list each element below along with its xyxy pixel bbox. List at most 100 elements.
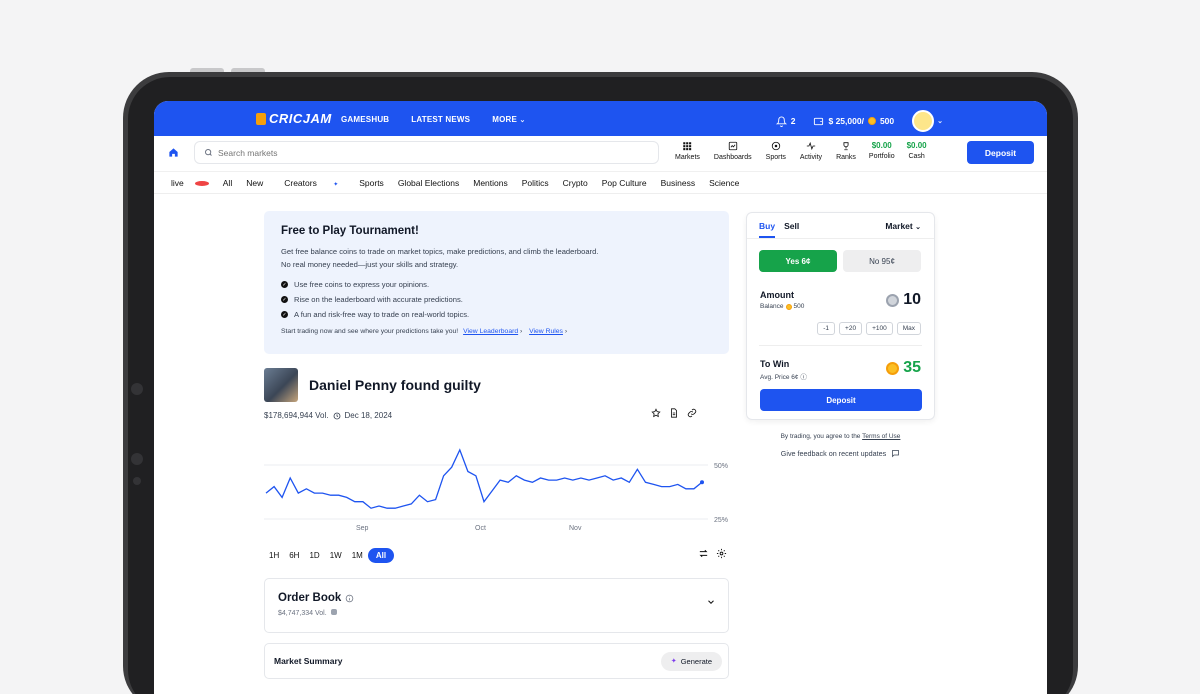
- x-tick-nov: Nov: [569, 525, 582, 532]
- top-right: 2 $ 25,000/500 ⌄: [775, 110, 943, 132]
- category-all[interactable]: All: [216, 178, 239, 188]
- feedback-link[interactable]: Give feedback on recent updates: [746, 449, 935, 458]
- category-politics[interactable]: Politics: [515, 178, 556, 188]
- coin-icon: [886, 293, 900, 307]
- swap-icon[interactable]: [698, 548, 709, 559]
- portfolio-label: Portfolio: [868, 153, 895, 160]
- market-volume: $178,694,944 Vol.: [264, 411, 329, 420]
- wallet-balance[interactable]: $ 25,000/500: [813, 116, 894, 127]
- chevron-right-icon: ›: [564, 328, 568, 335]
- increment-max[interactable]: Max: [896, 322, 921, 335]
- balance-value: $ 25,000/: [828, 116, 864, 126]
- link-label: View Leaderboard: [463, 328, 519, 335]
- profile-menu[interactable]: ⌄: [912, 110, 943, 132]
- nav-dashboards[interactable]: Dashboards: [707, 141, 759, 161]
- notification-count: 2: [790, 116, 796, 126]
- nav-markets[interactable]: Markets: [668, 141, 707, 161]
- trade-tabs: Buy Sell Market ⌄: [747, 213, 934, 239]
- range-1w[interactable]: 1W: [325, 548, 347, 563]
- checklist-text: Rise on the leaderboard with accurate pr…: [294, 295, 463, 304]
- x-tick-sep: Sep: [356, 525, 369, 532]
- brand-logo[interactable]: CRICJAM: [256, 111, 332, 126]
- nav-label: Ranks: [836, 154, 856, 161]
- x-tick-oct: Oct: [475, 525, 486, 532]
- range-1m[interactable]: 1M: [347, 548, 368, 563]
- category-pop-culture[interactable]: Pop Culture: [595, 178, 654, 188]
- category-global-elections[interactable]: Global Elections: [391, 178, 466, 188]
- category-business[interactable]: Business: [654, 178, 703, 188]
- order-type-select[interactable]: Market ⌄: [885, 221, 921, 231]
- nav-more[interactable]: MORE ⌄: [492, 115, 525, 124]
- view-leaderboard-link[interactable]: View Leaderboard: [463, 328, 518, 335]
- avatar: [912, 110, 935, 132]
- tab-buy[interactable]: Buy: [759, 221, 776, 238]
- category-science[interactable]: Science: [702, 178, 746, 188]
- nav-sports[interactable]: Sports: [759, 141, 793, 161]
- portfolio-link[interactable]: $0.00 Portfolio: [863, 141, 901, 161]
- check-icon: ✓: [281, 311, 288, 318]
- gear-icon[interactable]: [716, 548, 727, 559]
- trade-deposit-button[interactable]: Deposit: [760, 389, 922, 411]
- brand-name: CRICJAM: [269, 111, 332, 126]
- market-header: Daniel Penny found guilty: [264, 368, 481, 402]
- search-input[interactable]: [218, 147, 618, 158]
- checklist-item: ✓ Rise on the leaderboard with accurate p…: [281, 292, 712, 307]
- terms-link[interactable]: Terms of Use: [862, 433, 900, 440]
- feedback-text: Give feedback on recent updates: [780, 449, 887, 458]
- notifications-button[interactable]: 2: [775, 116, 796, 127]
- range-1d[interactable]: 1D: [304, 548, 324, 563]
- time-range-selector: 1H 6H 1D 1W 1M All: [264, 548, 395, 563]
- chevron-right-icon: ›: [520, 328, 523, 335]
- deposit-button[interactable]: Deposit: [967, 141, 1034, 164]
- category-sports[interactable]: Sports: [352, 178, 391, 188]
- price-series-line: [265, 448, 703, 509]
- view-rules-link[interactable]: View Rules: [529, 328, 563, 335]
- tab-sell[interactable]: Sell: [784, 221, 799, 231]
- market-image: [264, 368, 298, 402]
- balance-row: Balance 500: [760, 303, 804, 310]
- range-6h[interactable]: 6H: [284, 548, 304, 563]
- increment-plus-100[interactable]: +100: [866, 322, 893, 335]
- terms-text: By trading, you agree to the: [780, 433, 861, 440]
- banner-text: No real money needed—just your skills an…: [281, 260, 459, 269]
- balance-amount: 500: [793, 303, 805, 310]
- category-live[interactable]: live: [164, 178, 216, 188]
- nav-ranks[interactable]: Ranks: [829, 141, 863, 161]
- increment-minus-1[interactable]: -1: [817, 322, 836, 335]
- cash-amount: $0.00: [906, 141, 927, 150]
- search-icon: [205, 149, 212, 156]
- generate-button[interactable]: ✦ Generate: [660, 651, 722, 671]
- category-crypto[interactable]: Crypto: [556, 178, 595, 188]
- nav-activity[interactable]: Activity: [793, 141, 829, 161]
- home-icon[interactable]: [168, 147, 179, 158]
- amount-input[interactable]: 10: [886, 291, 921, 309]
- category-creators[interactable]: Creators ✦: [270, 178, 352, 188]
- no-button[interactable]: No 95¢: [843, 250, 921, 272]
- increment-plus-20[interactable]: +20: [839, 322, 863, 335]
- category-new[interactable]: New: [239, 178, 270, 188]
- to-win-label: To Win: [760, 359, 790, 369]
- range-all[interactable]: All: [367, 548, 395, 563]
- range-1h[interactable]: 1H: [264, 548, 284, 563]
- cash-link[interactable]: $0.00 Cash: [901, 141, 933, 161]
- category-mentions[interactable]: Mentions: [466, 178, 515, 188]
- to-win-value-group: 35: [886, 359, 921, 377]
- trophy-icon: [843, 142, 849, 151]
- coins-value: 500: [879, 116, 895, 126]
- search-box[interactable]: [194, 141, 659, 164]
- order-book[interactable]: Order Book $4,747,334 Vol.: [264, 578, 729, 633]
- nav-latest-news[interactable]: LATEST NEWS: [411, 115, 470, 124]
- nav-gameshub[interactable]: GAMESHUB: [341, 115, 389, 124]
- banner-footer-text: Start trading now and see where your pre…: [281, 328, 459, 335]
- pulse-icon: [806, 141, 816, 151]
- yes-button[interactable]: Yes 6¢: [759, 250, 837, 272]
- top-nav: GAMESHUB LATEST NEWS MORE ⌄: [341, 115, 526, 124]
- link-icon[interactable]: [687, 408, 697, 418]
- amount-value: 10: [903, 291, 921, 308]
- to-win-label-group: To Win Avg. Price 6¢ ⓘ: [760, 359, 807, 381]
- chevron-down-icon: ⌄: [915, 224, 921, 231]
- chevron-down-icon[interactable]: [706, 597, 716, 607]
- document-icon[interactable]: [669, 408, 679, 418]
- dashboard-icon: [728, 141, 737, 151]
- star-icon[interactable]: [651, 408, 661, 418]
